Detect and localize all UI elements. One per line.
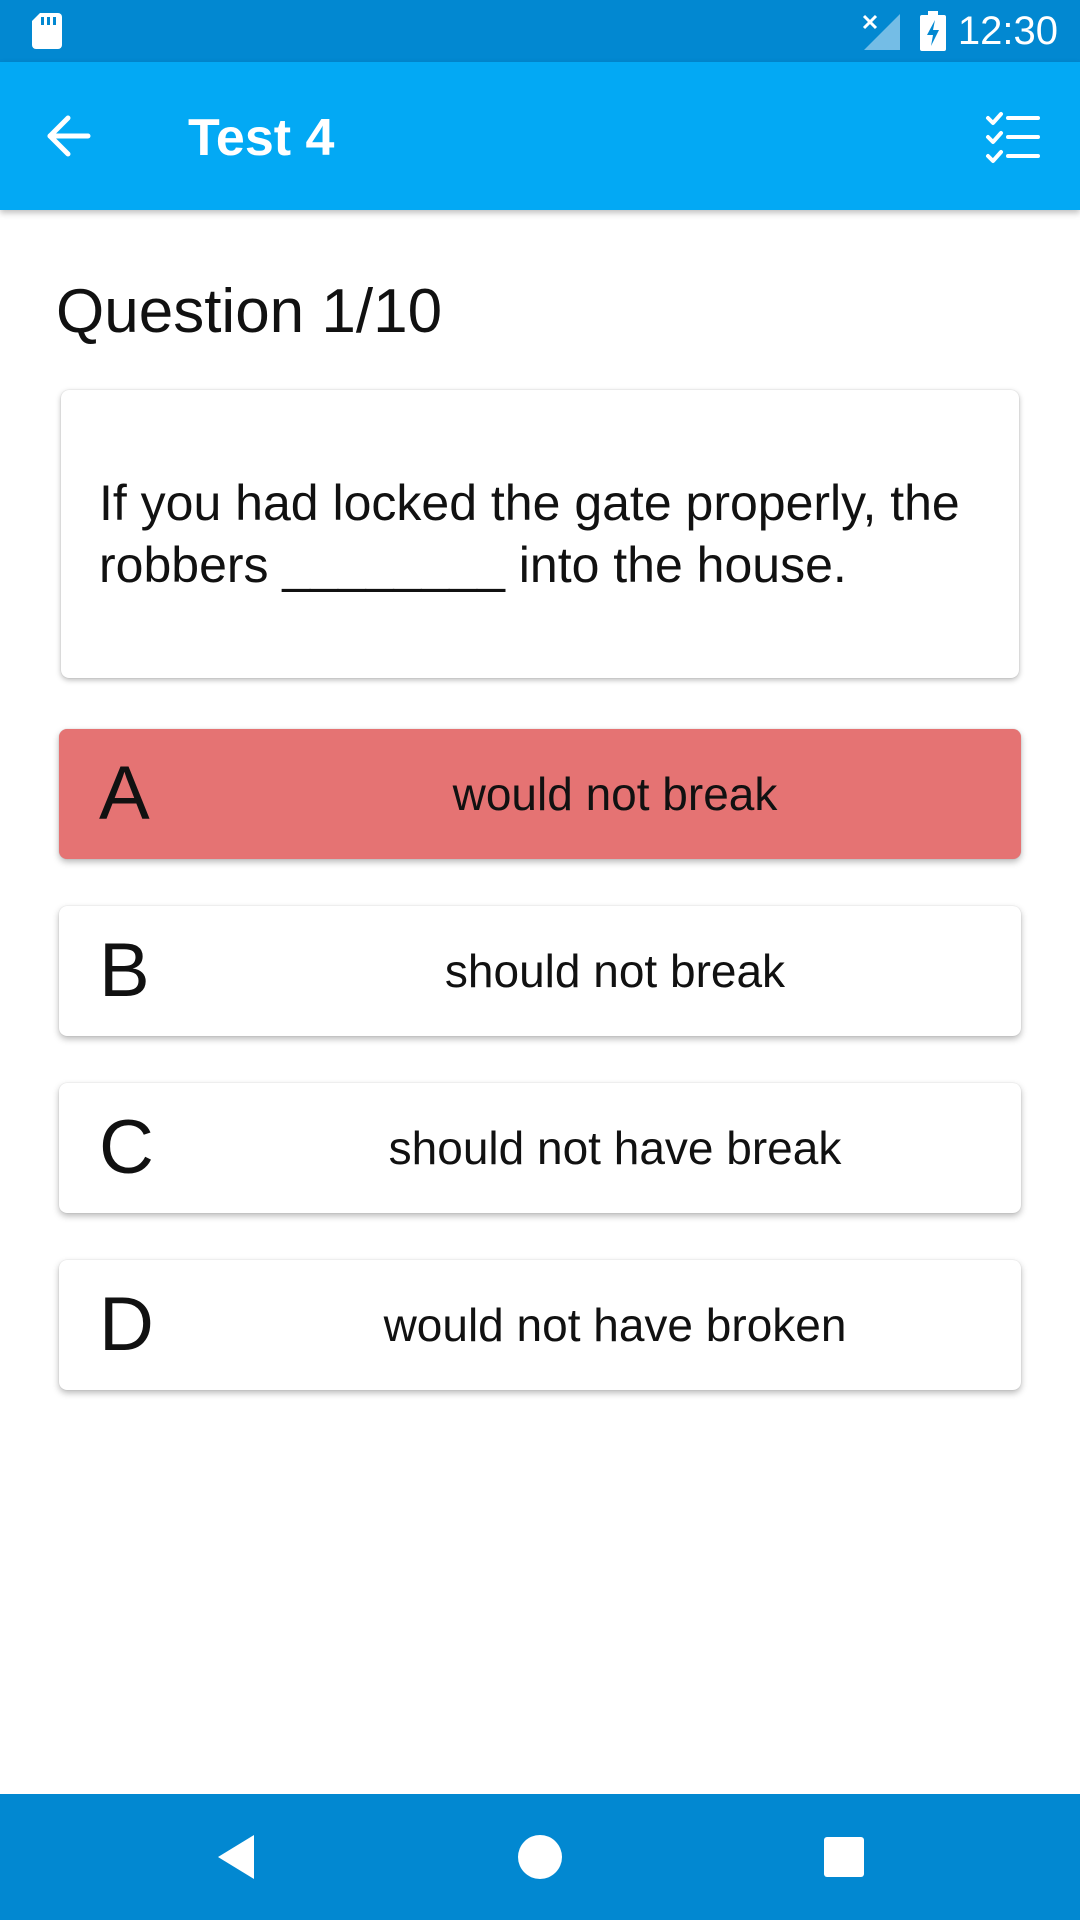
option-letter: D (99, 1282, 154, 1367)
signal-off-icon (862, 14, 900, 50)
nav-back-icon[interactable] (206, 1827, 266, 1887)
arrow-back-icon[interactable] (38, 106, 98, 166)
status-bar: 12:30 (0, 0, 1080, 62)
option-letter: A (99, 751, 150, 836)
question-counter: Question 1/10 (56, 277, 443, 346)
option-a[interactable]: A would not break (59, 729, 1021, 859)
page-title: Test 4 (188, 109, 335, 167)
status-time: 12:30 (957, 9, 1058, 53)
question-text: If you had locked the gate properly, the… (99, 475, 960, 593)
option-c[interactable]: C should not have break (59, 1083, 1021, 1213)
checklist-icon[interactable] (982, 106, 1044, 168)
option-text: would not break (452, 768, 778, 820)
question-card: If you had locked the gate properly, the… (61, 390, 1019, 678)
navigation-bar (0, 1794, 1080, 1920)
nav-recents-icon[interactable] (814, 1827, 874, 1887)
sd-card-icon (32, 13, 62, 49)
nav-home-icon[interactable] (510, 1827, 570, 1887)
option-b[interactable]: B should not break (59, 906, 1021, 1036)
option-text: should not have break (388, 1122, 842, 1174)
battery-charging-icon (920, 11, 946, 51)
option-text: should not break (444, 945, 786, 997)
option-text: would not have broken (383, 1299, 847, 1351)
option-letter: C (99, 1105, 154, 1190)
option-letter: B (99, 928, 150, 1013)
option-d[interactable]: D would not have broken (59, 1260, 1021, 1390)
app-bar: Test 4 (0, 62, 1080, 210)
